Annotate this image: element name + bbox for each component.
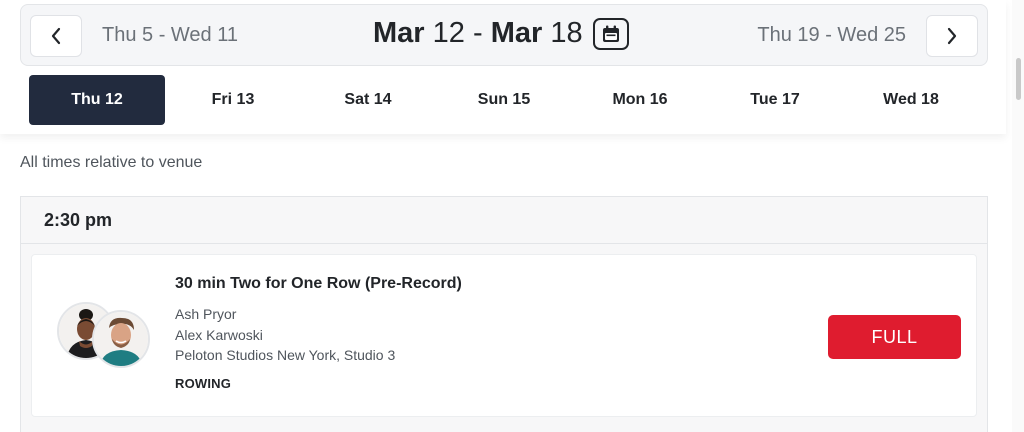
day-tab-tue-17[interactable]: Tue 17 bbox=[707, 75, 843, 125]
next-week-button[interactable] bbox=[926, 15, 978, 57]
day-tab-fri-13[interactable]: Fri 13 bbox=[165, 75, 301, 125]
page-scrollbar[interactable] bbox=[1012, 0, 1024, 432]
current-range-separator: - bbox=[464, 17, 491, 49]
calendar-picker-button[interactable] bbox=[592, 17, 629, 50]
class-card[interactable]: 30 min Two for One Row (Pre-Record) Ash … bbox=[31, 254, 977, 417]
day-tabs: Thu 12 Fri 13 Sat 14 Sun 15 Mon 16 Tue 1… bbox=[29, 75, 979, 125]
chevron-left-icon bbox=[51, 27, 61, 45]
timezone-note: All times relative to venue bbox=[20, 154, 203, 171]
schedule-list: 2:30 pm 30 min Two for One Row (Pre-Reco… bbox=[20, 196, 988, 432]
current-week-range: Mar 12 - Mar 18 bbox=[373, 17, 629, 50]
current-range-end-day: 18 bbox=[550, 17, 583, 49]
next-week-range[interactable]: Thu 19 - Wed 25 bbox=[757, 24, 906, 47]
day-tab-sun-15[interactable]: Sun 15 bbox=[436, 75, 572, 125]
current-range-end-month: Mar bbox=[490, 17, 543, 49]
scrollbar-thumb[interactable] bbox=[1016, 58, 1021, 100]
full-button[interactable]: FULL bbox=[828, 315, 961, 359]
day-tab-thu-12[interactable]: Thu 12 bbox=[29, 75, 165, 125]
day-tab-sat-14[interactable]: Sat 14 bbox=[300, 75, 436, 125]
instructor-avatar-alex-karwoski bbox=[92, 310, 150, 368]
schedule-header: Thu 5 - Wed 11 Mar 12 - Mar 18 Thu 19 - … bbox=[0, 0, 1006, 134]
previous-week-button[interactable] bbox=[30, 15, 82, 57]
instructor-photo-2 bbox=[94, 312, 148, 366]
previous-week-range[interactable]: Thu 5 - Wed 11 bbox=[102, 24, 238, 47]
current-range-start-month: Mar bbox=[373, 17, 425, 49]
instructor-name-2: Alex Karwoski bbox=[175, 327, 263, 343]
chevron-right-icon bbox=[947, 27, 957, 45]
class-discipline: ROWING bbox=[175, 376, 232, 391]
calendar-icon bbox=[602, 25, 619, 42]
current-range-start-day: 12 bbox=[432, 17, 465, 49]
class-title[interactable]: 30 min Two for One Row (Pre-Record) bbox=[175, 275, 462, 293]
class-location: Peloton Studios New York, Studio 3 bbox=[175, 347, 396, 363]
instructor-name-1: Ash Pryor bbox=[175, 306, 237, 322]
week-navigator: Thu 5 - Wed 11 Mar 12 - Mar 18 Thu 19 - … bbox=[20, 4, 988, 66]
time-slot-header: 2:30 pm bbox=[21, 197, 987, 244]
day-tab-mon-16[interactable]: Mon 16 bbox=[572, 75, 708, 125]
day-tab-wed-18[interactable]: Wed 18 bbox=[843, 75, 979, 125]
